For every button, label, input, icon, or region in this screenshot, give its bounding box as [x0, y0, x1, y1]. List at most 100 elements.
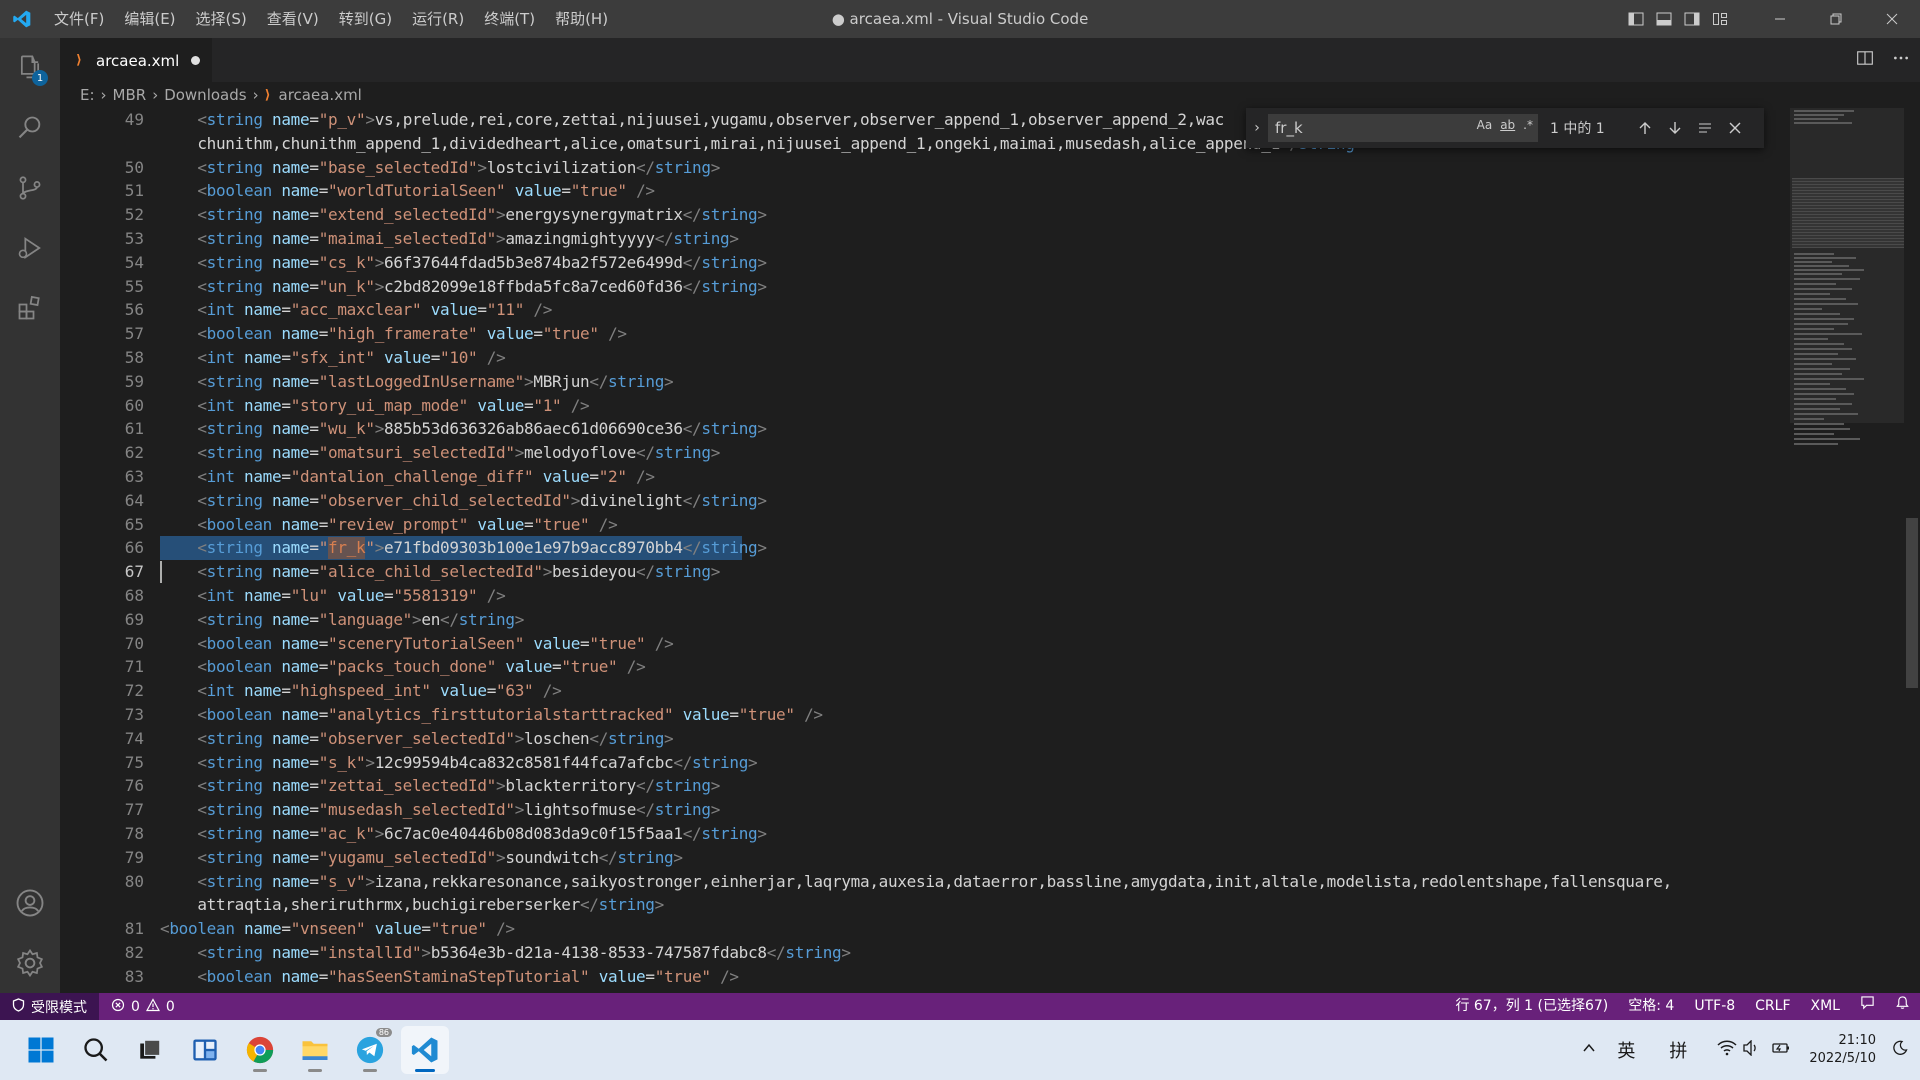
- previous-match-arrow-up-icon[interactable]: [1630, 121, 1660, 135]
- file-explorer-icon[interactable]: [291, 1026, 339, 1074]
- code-line[interactable]: <string name="zettai_selectedId">blackte…: [197, 774, 720, 798]
- account-icon[interactable]: [0, 873, 60, 933]
- toggle-panel-icon[interactable]: [1650, 0, 1678, 38]
- toggle-secondary-sidebar-icon[interactable]: [1678, 0, 1706, 38]
- unsaved-dot-icon[interactable]: [191, 56, 201, 65]
- explorer-icon[interactable]: 1: [0, 38, 60, 98]
- code-line-wrapped[interactable]: chunithm,chunithm_append_1,dividedheart,…: [197, 132, 1364, 156]
- code-line[interactable]: <string name="yugamu_selectedId">soundwi…: [197, 846, 683, 870]
- code-line[interactable]: <boolean name="vnseen" value="true" />: [160, 917, 515, 941]
- code-line[interactable]: <string name="language">en</string>: [197, 608, 524, 632]
- regex-toggle[interactable]: .*: [1523, 118, 1533, 132]
- code-line[interactable]: <string name="cs_k">66f37644fdad5b3e874b…: [197, 251, 767, 275]
- notifications-bell-icon[interactable]: [1885, 993, 1920, 1020]
- code-line[interactable]: <boolean name="high_framerate" value="tr…: [197, 322, 627, 346]
- breadcrumb-folder-mbr[interactable]: MBR: [113, 86, 147, 104]
- minimize-icon[interactable]: [1752, 0, 1808, 38]
- menu-file[interactable]: 文件(F): [44, 0, 114, 38]
- file-encoding[interactable]: UTF-8: [1684, 993, 1745, 1020]
- feedback-icon[interactable]: [1850, 993, 1885, 1020]
- code-line[interactable]: <boolean name="analytics_firsttutorialst…: [197, 703, 823, 727]
- widgets-icon[interactable]: [181, 1026, 229, 1074]
- code-line[interactable]: <boolean name="review_prompt" value="tru…: [197, 513, 617, 537]
- language-mode[interactable]: XML: [1801, 993, 1850, 1020]
- find-input[interactable]: fr_k Aa ab .*: [1268, 114, 1538, 142]
- close-window-icon[interactable]: [1864, 0, 1920, 38]
- vscode-logo-icon[interactable]: [0, 0, 44, 38]
- search-icon[interactable]: [0, 98, 60, 158]
- next-match-arrow-down-icon[interactable]: [1660, 121, 1690, 135]
- code-line[interactable]: <boolean name="packs_touch_done" value="…: [197, 655, 645, 679]
- menu-view[interactable]: 查看(V): [257, 0, 329, 38]
- do-not-disturb-moon-icon[interactable]: [1888, 1040, 1920, 1061]
- battery-charging-icon[interactable]: [1765, 1040, 1797, 1061]
- code-line[interactable]: <boolean name="hasSeenStaminaStepTutoria…: [197, 965, 739, 989]
- toggle-replace-chevron-icon[interactable]: ›: [1246, 120, 1268, 136]
- breadcrumb-folder-downloads[interactable]: Downloads: [164, 86, 246, 104]
- menu-help[interactable]: 帮助(H): [545, 0, 618, 38]
- code-line[interactable]: <string name="extend_selectedId">energys…: [197, 203, 767, 227]
- code-editor[interactable]: 49 50 51 52 53 54 55 56 57 58 59 60 61 62 63 64 65 66 67 68…: [60, 108, 1920, 993]
- start-windows-icon[interactable]: [17, 1026, 65, 1074]
- code-line[interactable]: <string name="ac_k">6c7ac0e40446b08d083d…: [197, 822, 767, 846]
- taskbar-search-icon[interactable]: [72, 1026, 120, 1074]
- show-hidden-icons-chevron-up-icon[interactable]: [1571, 1040, 1607, 1061]
- code-line[interactable]: <int name="sfx_int" value="10" />: [197, 346, 505, 370]
- code-line[interactable]: <string name="p_v">vs,prelude,rei,core,z…: [197, 108, 1224, 132]
- code-line[interactable]: <boolean name="sceneryTutorialSeen" valu…: [197, 632, 673, 656]
- volume-icon[interactable]: [1739, 1038, 1765, 1061]
- system-clock[interactable]: 21:10 2022/5/10: [1797, 1032, 1888, 1068]
- ime-language-indicator[interactable]: 英: [1607, 1037, 1645, 1063]
- settings-gear-icon[interactable]: [0, 933, 60, 993]
- code-line[interactable]: <int name="lu" value="5581319" />: [197, 584, 505, 608]
- code-line[interactable]: <string name="fr_k">e71fbd09303b100e1e97…: [197, 536, 767, 560]
- breadcrumb-drive[interactable]: E:: [80, 86, 95, 104]
- split-editor-icon[interactable]: [1856, 49, 1874, 71]
- customize-layout-icon[interactable]: [1706, 0, 1734, 38]
- code-line[interactable]: <string name="s_k">12c99594b4ca832c8581f…: [197, 751, 757, 775]
- line-ending[interactable]: CRLF: [1745, 993, 1800, 1020]
- scrollbar-thumb[interactable]: [1906, 518, 1918, 688]
- code-area[interactable]: <string name="p_v">vs,prelude,rei,core,z…: [160, 108, 1860, 993]
- code-line[interactable]: <string name="lastLoggedInUsername">MBRj…: [197, 370, 673, 394]
- code-line[interactable]: <string name="s_v">izana,rekkaresonance,…: [197, 870, 1672, 894]
- menu-run[interactable]: 运行(R): [402, 0, 474, 38]
- code-line[interactable]: <string name="musedash_selectedId">light…: [197, 798, 720, 822]
- code-line[interactable]: <string name="installId">b5364e3b-d21a-4…: [197, 941, 851, 965]
- vscode-taskbar-icon[interactable]: [401, 1026, 449, 1074]
- menu-selection[interactable]: 选择(S): [186, 0, 257, 38]
- code-line-wrapped[interactable]: attraqtia,sheriruthrmx,buchigireberserke…: [197, 893, 664, 917]
- minimap[interactable]: [1790, 108, 1904, 993]
- extensions-icon[interactable]: [0, 278, 60, 338]
- restore-icon[interactable]: [1808, 0, 1864, 38]
- code-line[interactable]: <string name="observer_child_selectedId"…: [197, 489, 767, 513]
- toggle-primary-sidebar-icon[interactable]: [1622, 0, 1650, 38]
- menu-terminal[interactable]: 终端(T): [474, 0, 545, 38]
- cursor-position[interactable]: 行 67，列 1 (已选择67): [1445, 993, 1618, 1020]
- problems-indicator[interactable]: 0 0: [99, 997, 187, 1016]
- more-actions-icon[interactable]: [1892, 49, 1910, 71]
- code-line[interactable]: <string name="observer_selectedId">losch…: [197, 727, 673, 751]
- source-control-icon[interactable]: [0, 158, 60, 218]
- code-line[interactable]: <int name="highspeed_int" value="63" />: [197, 679, 561, 703]
- ime-mode-indicator[interactable]: 拼: [1659, 1037, 1697, 1063]
- run-debug-icon[interactable]: [0, 218, 60, 278]
- restricted-mode-indicator[interactable]: 受限模式: [0, 993, 99, 1020]
- wifi-icon[interactable]: [1707, 1040, 1739, 1061]
- code-line[interactable]: <boolean name="worldTutorialSeen" value=…: [197, 179, 655, 203]
- task-view-icon[interactable]: [126, 1026, 174, 1074]
- code-line[interactable]: <int name="acc_maxclear" value="11" />: [197, 298, 552, 322]
- match-case-toggle[interactable]: Aa: [1477, 118, 1493, 132]
- chrome-icon[interactable]: [236, 1026, 284, 1074]
- code-line[interactable]: <string name="wu_k">885b53d636326ab86aec…: [197, 417, 767, 441]
- tab-arcaea-xml[interactable]: ⟩ arcaea.xml: [60, 38, 212, 82]
- breadcrumb-file[interactable]: arcaea.xml: [279, 86, 362, 104]
- indentation[interactable]: 空格: 4: [1618, 993, 1684, 1020]
- menu-edit[interactable]: 编辑(E): [114, 0, 185, 38]
- telegram-icon[interactable]: 86: [346, 1026, 394, 1074]
- code-line[interactable]: <string name="base_selectedId">lostcivil…: [197, 156, 720, 180]
- code-line[interactable]: <int name="story_ui_map_mode" value="1" …: [197, 394, 589, 418]
- match-whole-word-toggle[interactable]: ab: [1500, 118, 1515, 132]
- close-find-icon[interactable]: [1720, 122, 1750, 134]
- code-line[interactable]: <string name="maimai_selectedId">amazing…: [197, 227, 739, 251]
